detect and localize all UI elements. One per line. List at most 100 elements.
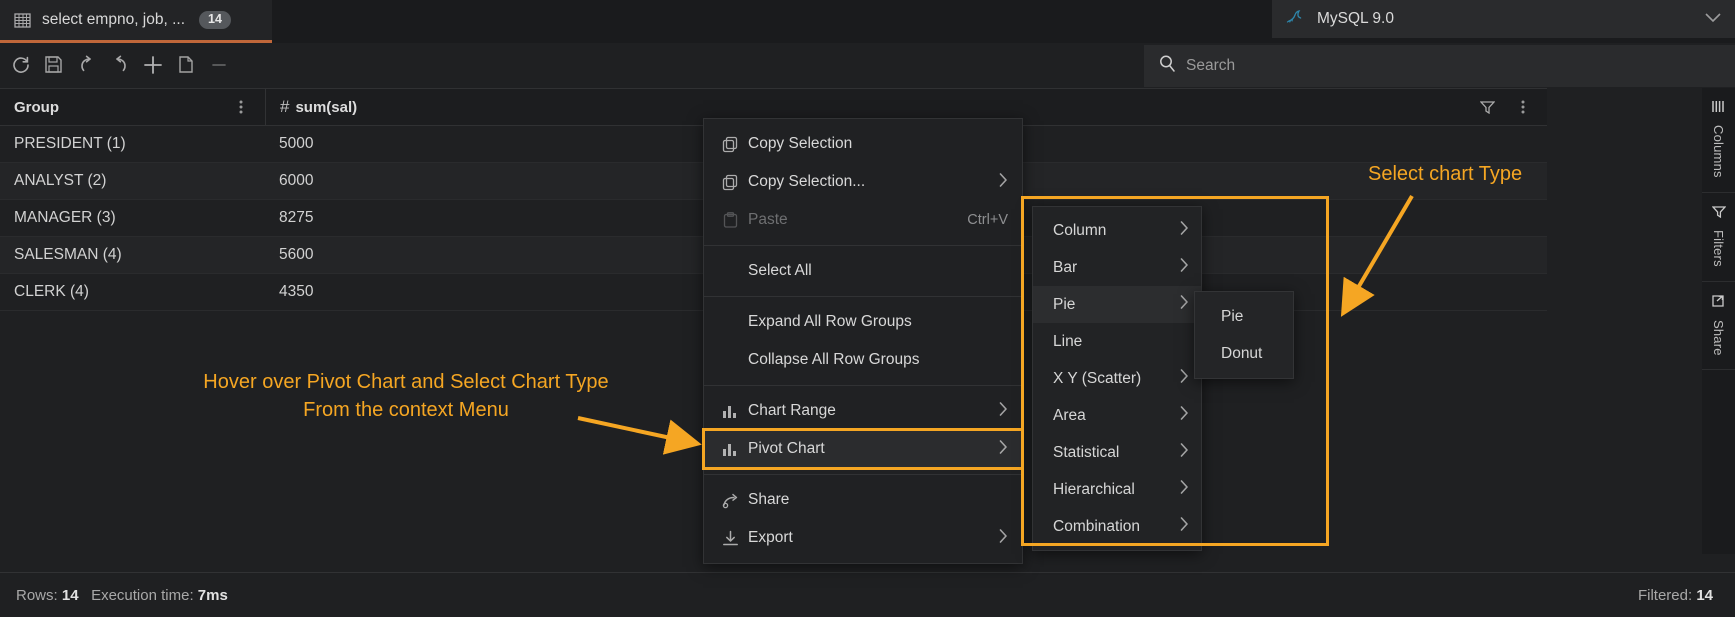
chart-type-label: Line	[1053, 332, 1083, 350]
chart-type-label: Bar	[1053, 258, 1078, 276]
search-input[interactable]: Search	[1144, 44, 1735, 87]
copy-icon	[722, 136, 748, 153]
bar-chart-icon	[722, 442, 748, 457]
refresh-button[interactable]	[4, 48, 37, 81]
context-menu-item-chart-range[interactable]: Chart Range	[704, 392, 1022, 430]
cell-group: MANAGER (3)	[14, 209, 116, 226]
redo-button[interactable]	[103, 48, 136, 81]
kebab-menu-icon[interactable]	[1521, 89, 1525, 125]
chevron-down-icon[interactable]	[1705, 10, 1721, 28]
status-right: Filtered: 14	[1638, 587, 1735, 604]
sidebar-label-share: Share	[1711, 319, 1726, 356]
chart-type-line[interactable]: Line	[1033, 323, 1201, 360]
duplicate-row-button[interactable]	[169, 48, 202, 81]
context-menu-item-paste: Paste Ctrl+V	[704, 201, 1022, 239]
status-bar: Rows: 14 Execution time: 7ms Filtered: 1…	[0, 572, 1735, 617]
sidebar-item-filters[interactable]: Filters	[1702, 193, 1735, 282]
cell-group: PRESIDENT (1)	[14, 135, 126, 152]
database-selector[interactable]: MySQL 9.0	[1272, 0, 1735, 38]
chart-type-area[interactable]: Area	[1033, 397, 1201, 434]
chevron-right-icon	[1180, 295, 1189, 314]
cell-group: SALESMAN (4)	[14, 246, 122, 263]
context-menu-item-label: Copy Selection	[748, 135, 853, 152]
chevron-right-icon	[1180, 480, 1189, 499]
context-menu-item-label: Export	[748, 529, 793, 546]
pie-variant-donut[interactable]: Donut	[1195, 335, 1293, 372]
context-menu-item-pivot-chart[interactable]: Pivot Chart	[702, 428, 1024, 470]
pie-variant-label: Donut	[1221, 344, 1263, 362]
pivot-chart-type-submenu: Column Bar Pie Line X Y (Scatter) Area Statist…	[1032, 206, 1202, 551]
chart-type-x-y-scatter[interactable]: X Y (Scatter)	[1033, 360, 1201, 397]
menu-separator	[704, 385, 1022, 386]
chart-type-label: Combination	[1053, 517, 1141, 535]
sidebar-label-columns: Columns	[1711, 125, 1726, 178]
mysql-dolphin-icon	[1286, 8, 1306, 31]
right-sidebar: Columns Filters Share	[1702, 88, 1735, 554]
grid-toolbar	[0, 43, 1140, 86]
column-header-group-label: Group	[14, 98, 59, 116]
chart-type-combination[interactable]: Combination	[1033, 508, 1201, 545]
sidebar-label-filters: Filters	[1711, 229, 1726, 267]
database-label: MySQL 9.0	[1317, 10, 1394, 27]
chevron-right-icon	[1180, 369, 1189, 388]
context-menu-item-label: Share	[748, 491, 790, 508]
chevron-right-icon	[999, 439, 1008, 459]
chart-type-label: Column	[1053, 221, 1107, 239]
undo-button[interactable]	[70, 48, 103, 81]
chart-type-hierarchical[interactable]: Hierarchical	[1033, 471, 1201, 508]
chevron-right-icon	[1180, 517, 1189, 536]
chart-type-column[interactable]: Column	[1033, 212, 1201, 249]
download-icon	[722, 530, 748, 547]
context-menu-item-label: Collapse All Row Groups	[748, 351, 920, 368]
tab-query-result[interactable]: select empno, job, ... 14	[0, 0, 272, 43]
add-row-button[interactable]	[136, 48, 169, 81]
context-menu-item-label: Copy Selection...	[748, 173, 866, 190]
search-bar: Search	[1140, 43, 1735, 88]
grid-icon	[14, 12, 31, 29]
chart-type-statistical[interactable]: Statistical	[1033, 434, 1201, 471]
kebab-menu-icon[interactable]	[239, 89, 243, 125]
chevron-right-icon	[1180, 221, 1189, 240]
chart-type-label: X Y (Scatter)	[1053, 369, 1142, 387]
status-left: Rows: 14 Execution time: 7ms	[0, 587, 228, 604]
clipboard-icon	[722, 211, 748, 229]
rows-value: 14	[61, 586, 79, 604]
share-export-icon	[1711, 294, 1726, 313]
context-menu-item-share[interactable]: Share	[704, 481, 1022, 519]
cell-group: CLERK (4)	[14, 283, 89, 300]
annotation-text-left: Hover over Pivot Chart and Select Chart …	[203, 371, 609, 421]
context-menu-item-label: Pivot Chart	[748, 440, 825, 457]
context-menu-item-label: Chart Range	[748, 402, 836, 419]
execution-time-label: Execution time:	[91, 586, 194, 604]
annotation-text-right: Select chart Type	[1368, 163, 1523, 185]
context-menu-item-copy-selection[interactable]: Copy Selection	[704, 125, 1022, 163]
context-menu-item-copy-selection[interactable]: Copy Selection...	[704, 163, 1022, 201]
context-menu-item-export[interactable]: Export	[704, 519, 1022, 557]
context-menu-item-label: Select All	[748, 262, 812, 279]
context-menu-item-expand-all-row-groups[interactable]: Expand All Row Groups	[704, 303, 1022, 341]
search-placeholder: Search	[1186, 56, 1236, 74]
filtered-value: 14	[1696, 586, 1713, 604]
chart-type-label: Statistical	[1053, 443, 1120, 461]
tab-title: select empno, job, ...	[42, 11, 186, 28]
rows-label: Rows:	[16, 586, 58, 604]
sidebar-item-columns[interactable]: Columns	[1702, 88, 1735, 193]
pie-variant-label: Pie	[1221, 307, 1244, 325]
chart-type-bar[interactable]: Bar	[1033, 249, 1201, 286]
delete-row-button[interactable]	[202, 48, 235, 81]
chart-type-pie[interactable]: Pie	[1033, 286, 1201, 323]
sidebar-item-share[interactable]: Share	[1702, 282, 1735, 371]
column-header-group[interactable]: Group	[0, 89, 265, 125]
save-button[interactable]	[37, 48, 70, 81]
context-menu-item-select-all[interactable]: Select All	[704, 252, 1022, 290]
context-menu-shortcut: Ctrl+V	[967, 212, 1008, 228]
chevron-right-icon	[1180, 443, 1189, 462]
menu-separator	[704, 474, 1022, 475]
pie-variant-pie[interactable]: Pie	[1195, 298, 1293, 335]
bar-chart-icon	[722, 404, 748, 419]
funnel-icon[interactable]	[1480, 89, 1495, 125]
filtered-label: Filtered:	[1637, 586, 1693, 604]
context-menu-item-collapse-all-row-groups[interactable]: Collapse All Row Groups	[704, 341, 1022, 379]
context-menu: Copy Selection Copy Selection... Paste Ctrl…	[702, 118, 1024, 564]
menu-separator	[704, 245, 1022, 246]
